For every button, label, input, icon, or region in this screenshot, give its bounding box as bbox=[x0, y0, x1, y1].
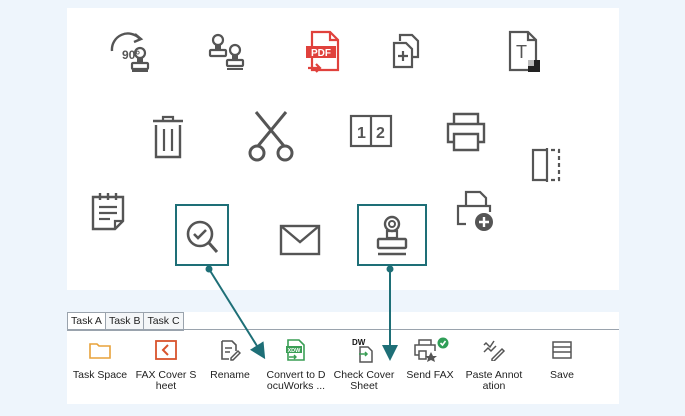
printer-icon[interactable] bbox=[443, 110, 489, 154]
scissors-icon[interactable] bbox=[244, 106, 298, 166]
check-cover-sheet-label: Check Cover Sheet bbox=[333, 369, 395, 392]
fax-cover-sheet-label: FAX Cover S heet bbox=[135, 369, 197, 392]
send-fax-label: Send FAX bbox=[406, 369, 454, 381]
task-space-button[interactable]: Task Space bbox=[67, 330, 133, 404]
pdf-export-icon[interactable]: PDF bbox=[301, 28, 347, 78]
page-number-icon[interactable]: 1 2 bbox=[347, 112, 395, 150]
page-number-right: 2 bbox=[376, 125, 385, 142]
send-fax-button[interactable]: Send FAX bbox=[397, 330, 463, 404]
rename-button[interactable]: Rename bbox=[197, 330, 263, 404]
highlight-magnifier-box bbox=[175, 204, 229, 266]
copy-pages-icon[interactable] bbox=[386, 28, 430, 74]
check-cover-sheet-icon: DW bbox=[331, 338, 397, 363]
paste-annotation-label: Paste Annot ation bbox=[465, 369, 523, 392]
convert-docuworks-icon: XDW bbox=[263, 338, 329, 362]
pdf-label: PDF bbox=[311, 48, 331, 59]
paste-annotation-button[interactable]: Paste Annot ation bbox=[461, 330, 527, 404]
text-label: T bbox=[516, 42, 527, 62]
xdw-badge: XDW bbox=[288, 348, 302, 354]
fax-cover-sheet-button[interactable]: FAX Cover S heet bbox=[133, 330, 199, 404]
task-tabs: Task A Task B Task C bbox=[67, 312, 184, 331]
fax-cover-icon bbox=[133, 338, 199, 362]
text-annotation-icon[interactable]: T bbox=[503, 26, 545, 76]
trash-icon[interactable] bbox=[147, 112, 189, 162]
rename-icon bbox=[197, 338, 263, 362]
highlight-stamp-box bbox=[357, 204, 427, 266]
send-fax-icon bbox=[397, 337, 463, 362]
save-button[interactable]: Save bbox=[529, 330, 595, 404]
paste-annotation-icon bbox=[461, 338, 527, 362]
save-label: Save bbox=[550, 369, 574, 381]
print-add-icon[interactable] bbox=[451, 186, 499, 236]
stamp-pair-icon[interactable] bbox=[203, 30, 251, 76]
rotate-90-stamp-icon[interactable]: 90° bbox=[105, 28, 155, 76]
convert-docuworks-button[interactable]: XDW Convert to D ocuWorks ... bbox=[263, 330, 329, 404]
convert-docuworks-label: Convert to D ocuWorks ... bbox=[266, 369, 326, 392]
split-page-icon[interactable] bbox=[525, 144, 565, 186]
task-toolbar: Task A Task B Task C Task Space FAX Cove… bbox=[67, 312, 619, 404]
check-cover-sheet-button[interactable]: DW Check Cover Sheet bbox=[331, 330, 397, 404]
rename-label: Rename bbox=[210, 369, 250, 381]
dw-badge: DW bbox=[352, 338, 366, 347]
page-number-left: 1 bbox=[357, 125, 366, 142]
task-space-label: Task Space bbox=[72, 369, 128, 381]
notepad-icon[interactable] bbox=[87, 188, 129, 234]
envelope-icon[interactable] bbox=[276, 220, 324, 260]
icon-canvas: 90° PDF T 1 2 bbox=[67, 8, 619, 290]
save-icon bbox=[529, 338, 595, 362]
folder-icon bbox=[67, 338, 133, 362]
